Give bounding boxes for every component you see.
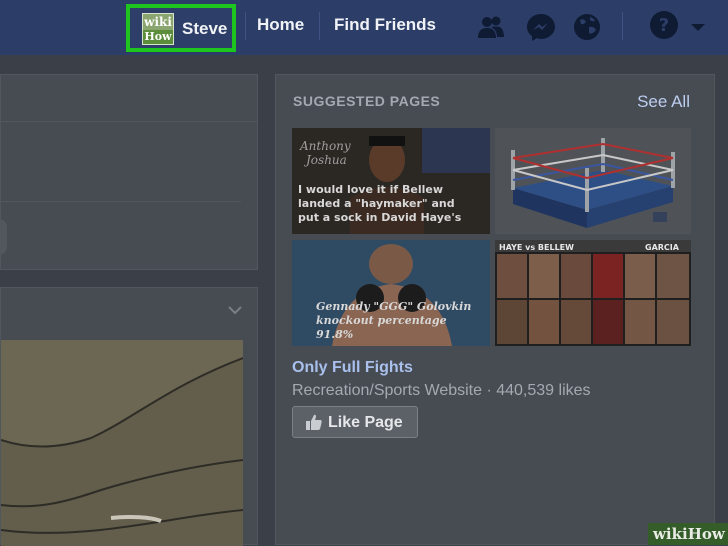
composer-pill[interactable] — [0, 219, 7, 255]
like-page-label: Like Page — [328, 414, 403, 431]
divider — [1, 201, 241, 202]
avatar-text-bottom: How — [143, 30, 173, 44]
nav-divider — [622, 12, 623, 40]
feed-post-card — [0, 287, 258, 546]
boxing-ring-graphic — [495, 128, 691, 234]
suggested-thumbnail-3[interactable]: Gennady "GGG" Golovkin knockout percenta… — [292, 240, 490, 346]
suggested-page-meta: Recreation/Sports Website · 440,539 like… — [292, 382, 591, 399]
globe-icon[interactable] — [572, 12, 602, 42]
suggested-thumbnail-2[interactable] — [495, 128, 691, 234]
divider — [1, 121, 257, 122]
avatar: wiki How — [142, 13, 174, 45]
dropdown-arrow-icon[interactable] — [688, 12, 708, 42]
svg-text:Anthony: Anthony — [299, 139, 351, 153]
nav-divider — [319, 12, 320, 40]
home-link[interactable]: Home — [257, 15, 304, 35]
messenger-icon[interactable] — [526, 12, 556, 42]
suggested-page-name[interactable]: Only Full Fights — [292, 359, 413, 377]
like-page-button[interactable]: Like Page — [292, 406, 418, 438]
top-navigation-bar: wiki How Steve Home Find Friends ? — [0, 0, 728, 55]
thumbnail-caption: Gennady "GGG" Golovkin knockout percenta… — [316, 300, 472, 341]
suggested-pages-title: SUGGESTED PAGES — [293, 93, 441, 109]
help-icon[interactable]: ? — [649, 10, 679, 40]
nav-divider — [245, 12, 246, 40]
chevron-down-icon[interactable] — [227, 304, 243, 316]
svg-text:?: ? — [659, 15, 669, 36]
thumbs-up-icon — [306, 414, 322, 430]
post-image[interactable] — [1, 340, 243, 546]
svg-text:Joshua: Joshua — [303, 153, 347, 167]
see-all-link[interactable]: See All — [637, 92, 690, 112]
fighters-collage-graphic: HAYE vs BELLEW GARCIA — [495, 240, 691, 346]
wikihow-watermark: wikiHow — [648, 523, 728, 545]
find-friends-link[interactable]: Find Friends — [334, 15, 436, 35]
suggested-pages-panel: SUGGESTED PAGES See All Anthony Joshua I… — [275, 74, 715, 545]
watermark-text: wikiHow — [653, 525, 725, 543]
avatar-text-top: wiki — [144, 15, 172, 29]
friends-icon[interactable] — [476, 12, 506, 42]
suggested-thumbnail-4[interactable]: HAYE vs BELLEW GARCIA — [495, 240, 691, 346]
suggested-thumbnail-1[interactable]: Anthony Joshua I would love it if Bellew… — [292, 128, 490, 234]
profile-link[interactable]: wiki How Steve — [126, 4, 236, 52]
svg-text:GARCIA: GARCIA — [645, 243, 680, 252]
svg-text:HAYE vs BELLEW: HAYE vs BELLEW — [499, 243, 574, 252]
thumbnail-caption: I would love it if Bellew landed a "haym… — [298, 183, 462, 224]
composer-card — [0, 74, 258, 270]
profile-name[interactable]: Steve — [182, 19, 227, 39]
